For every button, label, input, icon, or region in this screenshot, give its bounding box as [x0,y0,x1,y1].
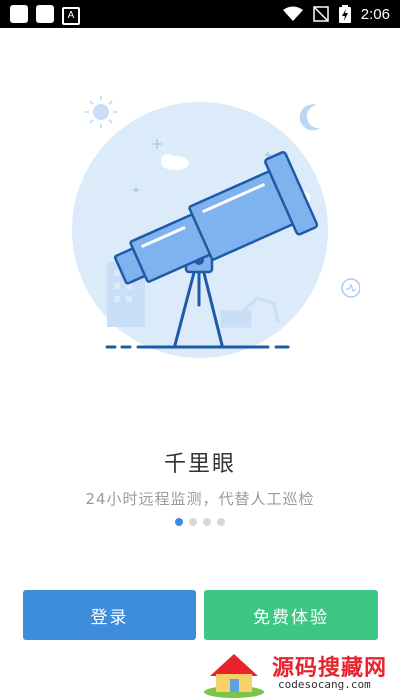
moon-icon [299,104,320,131]
text-a-icon: A [62,7,80,25]
app-title: 千里眼 [163,452,236,477]
wifi-icon [282,6,303,21]
page-dot-2[interactable] [189,518,197,526]
app-square-icon [36,5,54,23]
status-time: 2:06 [360,5,390,23]
telescope-illustration [72,96,360,358]
watermark: 源码搜藏网 codesocang.com [200,646,400,700]
no-signal-icon [313,6,329,22]
page-dot-4[interactable] [217,518,225,526]
battery-charging-icon [338,5,351,23]
house-logo-icon [204,654,264,698]
page-dot-1[interactable] [175,518,183,526]
free-trial-button[interactable]: 免费体验 [204,590,378,640]
status-bar: A 2:06 [0,0,400,28]
page-indicator [0,518,400,526]
sun-icon [85,96,117,128]
app-subtitle: 24小时远程监测，代替人工巡检 [85,490,315,508]
login-button[interactable]: 登录 [23,590,196,640]
gauge-icon [341,278,360,298]
page-dot-3[interactable] [203,518,211,526]
watermark-url: codesocang.com [278,678,371,691]
app-square-icon [10,5,28,23]
